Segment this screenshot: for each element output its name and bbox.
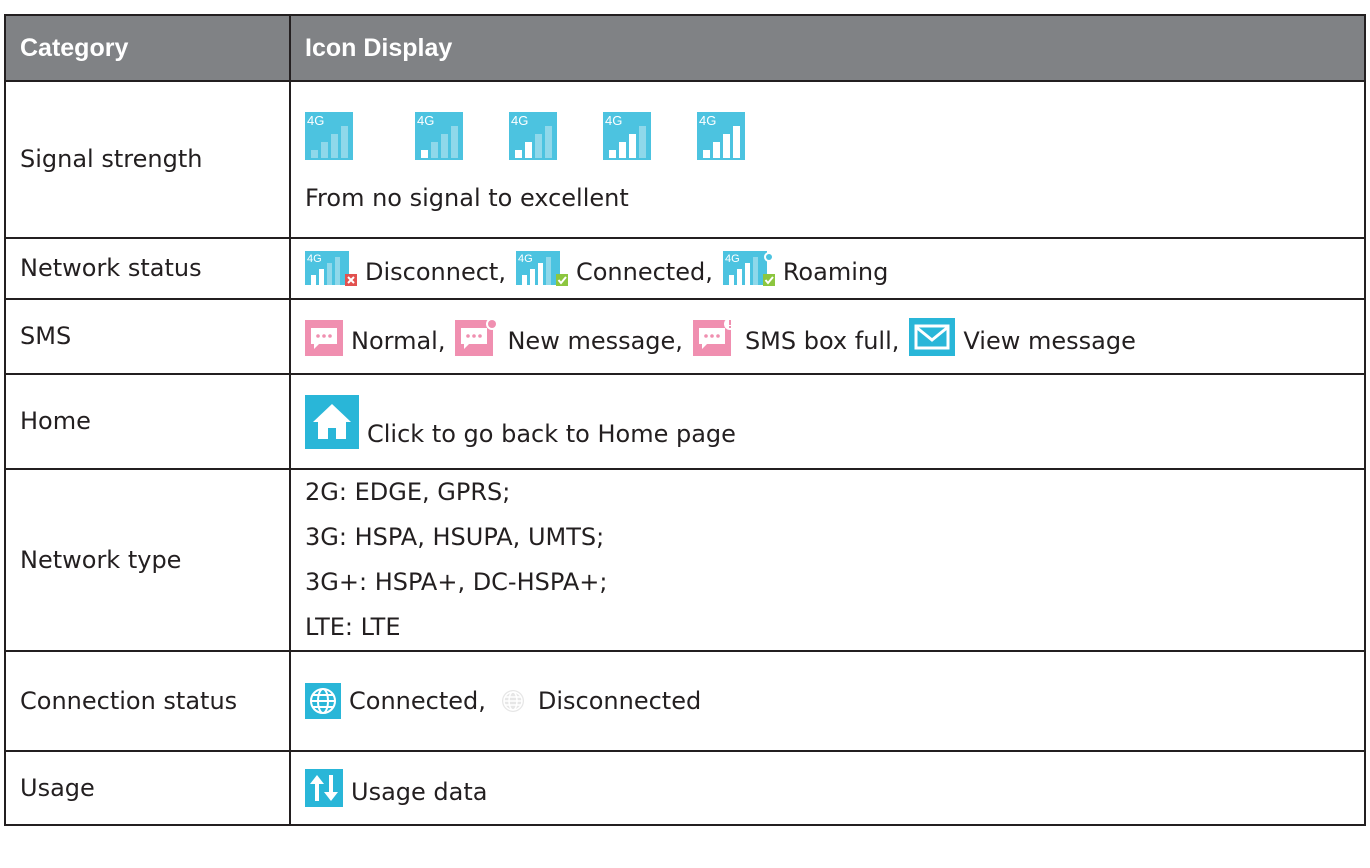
network-type-cell: 2G: EDGE, GPRS; 3G: HSPA, HSUPA, UMTS; 3… (289, 468, 1366, 652)
sms-view-message-label: View message (963, 326, 1136, 355)
svg-text:4G: 4G (417, 113, 434, 128)
home-description: Click to go back to Home page (367, 419, 736, 448)
roaming-label: Roaming (782, 257, 889, 286)
row-home: Home Click to go back to Home page (4, 373, 1366, 470)
home-cell: Click to go back to Home page (289, 373, 1366, 470)
svg-text:4G: 4G (725, 253, 740, 265)
network-status-category: Network status (4, 237, 291, 300)
row-usage: Usage Usage data (4, 750, 1366, 826)
signal-4g-icon: 4G (305, 112, 353, 161)
network-type-line: 2G: EDGE, GPRS; (305, 478, 511, 507)
svg-text:4G: 4G (518, 253, 533, 265)
sms-box-full-icon (692, 317, 736, 356)
globe-connected-icon (305, 683, 341, 719)
sms-new-message-icon (455, 317, 499, 356)
network-status-cell: 4G Disconnect, 4G Connected, 4G Roaming (289, 237, 1366, 300)
network-type-line: LTE: LTE (305, 613, 401, 642)
icon-reference-table: Category Icon Display Signal strength 4G… (4, 14, 1366, 826)
connection-category: Connection status (4, 650, 291, 752)
home-icon (305, 394, 359, 449)
network-roaming-icon: 4G (722, 250, 775, 286)
row-sms: SMS Normal, New message, SMS box full, V… (4, 298, 1366, 375)
svg-text:4G: 4G (511, 113, 528, 128)
sms-cell: Normal, New message, SMS box full, View … (289, 298, 1366, 375)
connection-connected-label: Connected, (349, 686, 486, 715)
signal-cell: 4G 4G 4G 4G 4G From no signal to excelle… (289, 80, 1366, 239)
disconnect-label: Disconnect, (365, 257, 506, 286)
usage-description: Usage data (351, 778, 488, 807)
signal-4g-icon: 4G (509, 112, 557, 161)
row-network-status: Network status 4G Disconnect, 4G Connect… (4, 237, 1366, 300)
envelope-icon (909, 317, 956, 356)
network-disconnected-icon: 4G (305, 250, 357, 286)
signal-4g-icon: 4G (415, 112, 463, 161)
network-type-line: 3G: HSPA, HSUPA, UMTS; (305, 523, 605, 552)
signal-category: Signal strength (4, 80, 291, 239)
globe-disconnected-icon (501, 690, 524, 712)
svg-text:4G: 4G (307, 113, 324, 128)
connection-cell: Connected, Disconnected (289, 650, 1366, 752)
sms-box-full-label: SMS box full, (744, 326, 900, 355)
usage-arrows-icon (305, 769, 343, 807)
svg-text:4G: 4G (307, 253, 322, 265)
row-connection-status: Connection status Connected, Disconnecte… (4, 650, 1366, 752)
svg-text:4G: 4G (605, 113, 622, 128)
svg-text:4G: 4G (699, 113, 716, 128)
sms-category: SMS (4, 298, 291, 375)
signal-caption: From no signal to excellent (305, 184, 629, 213)
signal-4g-icon: 4G (697, 112, 745, 161)
connected-label: Connected, (575, 257, 713, 286)
usage-category: Usage (4, 750, 291, 826)
header-icon-display: Icon Display (289, 14, 1366, 82)
row-network-type: Network type 2G: EDGE, GPRS; 3G: HSPA, H… (4, 468, 1366, 652)
sms-new-message-label: New message, (507, 326, 683, 355)
header-category: Category (4, 14, 291, 82)
row-signal-strength: Signal strength 4G 4G 4G 4G 4G From no s… (4, 80, 1366, 239)
connection-disconnected-label: Disconnected (537, 686, 702, 715)
sms-normal-label: Normal, (351, 326, 446, 355)
network-type-line: 3G+: HSPA+, DC-HSPA+; (305, 568, 608, 597)
network-connected-icon: 4G (515, 250, 568, 286)
usage-cell: Usage data (289, 750, 1366, 826)
network-type-category: Network type (4, 468, 291, 652)
signal-levels: 4G 4G 4G 4G 4G (305, 106, 1350, 161)
sms-normal-icon (305, 319, 343, 356)
signal-4g-icon: 4G (603, 112, 651, 161)
home-category: Home (4, 373, 291, 470)
